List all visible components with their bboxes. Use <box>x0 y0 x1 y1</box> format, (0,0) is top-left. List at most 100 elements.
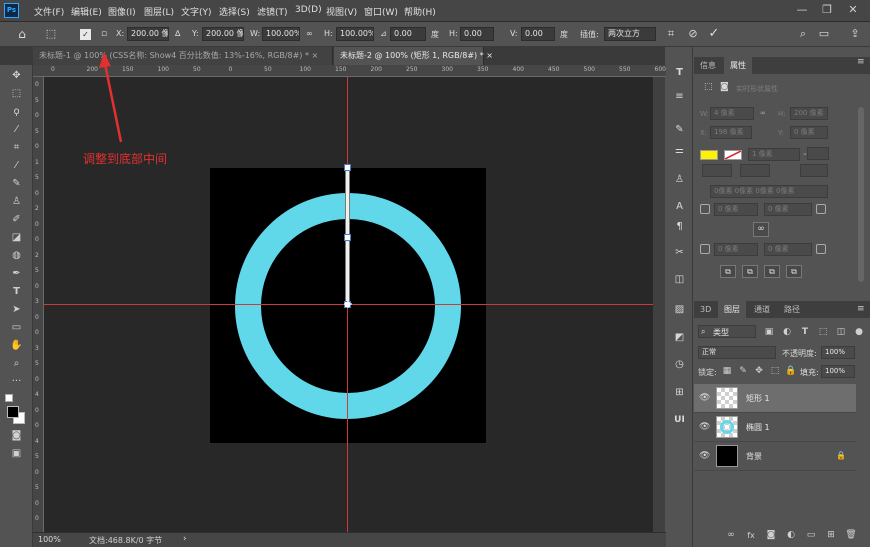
angle-input[interactable]: 0.00 <box>390 27 426 41</box>
fill-color-swatch[interactable] <box>700 150 718 160</box>
close-icon[interactable]: × <box>312 51 319 60</box>
menu-type[interactable]: 文字(Y) <box>181 5 212 18</box>
menu-edit[interactable]: 编辑(E) <box>71 5 102 18</box>
tab-layers[interactable]: 图层 <box>718 301 746 318</box>
stroke-align-select[interactable] <box>702 164 732 177</box>
lock-transparency-icon[interactable]: ▦ <box>720 365 734 378</box>
commit-transform-icon[interactable]: ✓ <box>707 27 721 41</box>
link-icon[interactable]: ∞ <box>760 109 766 117</box>
menu-image[interactable]: 图像(I) <box>108 5 136 18</box>
layer-style-icon[interactable]: fx <box>744 529 758 542</box>
marquee-tool-icon[interactable]: ⬚ <box>9 87 24 101</box>
filter-shape-icon[interactable]: ⬚ <box>816 326 830 339</box>
properties-scrollbar[interactable] <box>858 107 864 282</box>
layer-row-ellipse[interactable]: 👁 椭圆 1 <box>694 413 856 442</box>
stroke-join-select[interactable] <box>800 164 828 177</box>
eraser-tool-icon[interactable]: ◪ <box>9 231 24 245</box>
adjustments-icon[interactable]: ⚌ <box>672 143 687 158</box>
cancel-transform-icon[interactable]: ⊘ <box>686 27 700 41</box>
home-icon[interactable]: ⌂ <box>15 27 29 41</box>
radius-top-right-input[interactable]: 0 像素 <box>764 203 812 216</box>
filter-smart-object-icon[interactable]: ◫ <box>834 326 848 339</box>
paragraph-icon[interactable]: ≡ <box>672 89 687 104</box>
stroke-type-select[interactable] <box>807 147 829 160</box>
shape-width-input[interactable]: 4 像素 <box>710 107 754 120</box>
panel-menu-icon[interactable]: ≡ <box>857 57 865 67</box>
crop-tool-icon[interactable]: ⌗ <box>9 141 24 155</box>
eye-icon[interactable]: 👁 <box>699 393 710 403</box>
opacity-input[interactable]: 100% <box>821 346 855 359</box>
menu-layer[interactable]: 图层(L) <box>144 5 174 18</box>
path-intersect-icon[interactable]: ⧉ <box>764 265 780 278</box>
character-icon[interactable]: T <box>672 65 687 80</box>
menu-filter[interactable]: 滤镜(T) <box>257 5 288 18</box>
transform-handle-top[interactable] <box>344 164 351 171</box>
more-tools-icon[interactable]: ··· <box>9 375 24 389</box>
filter-adjustment-icon[interactable]: ◐ <box>780 326 794 339</box>
menu-view[interactable]: 视图(V) <box>326 5 357 18</box>
close-icon[interactable]: × <box>486 51 493 60</box>
horizontal-skew-input[interactable]: 0.00 <box>460 27 494 41</box>
filter-toggle-icon[interactable]: ● <box>852 326 866 339</box>
layer-name[interactable]: 矩形 1 <box>746 393 770 404</box>
paragraph-styles-icon[interactable]: ¶ <box>672 219 687 234</box>
ui-plugin-icon[interactable]: UI <box>672 413 687 428</box>
hand-tool-icon[interactable]: ✋ <box>9 339 24 353</box>
add-mask-icon[interactable]: ◙ <box>764 529 778 542</box>
menu-help[interactable]: 帮助(H) <box>404 5 436 18</box>
reference-point-locator-icon[interactable]: ▫ <box>97 27 111 41</box>
fill-input[interactable]: 100% <box>821 365 855 378</box>
menu-3d[interactable]: 3D(D) <box>295 5 322 15</box>
path-exclude-icon[interactable]: ⧉ <box>786 265 802 278</box>
delete-layer-icon[interactable]: 🗑 <box>844 529 858 542</box>
stamp-tool-icon[interactable]: ♙ <box>9 195 24 209</box>
new-group-icon[interactable]: ▭ <box>804 529 818 542</box>
shape-x-input[interactable]: 198 像素 <box>710 126 752 139</box>
layer-name[interactable]: 背景 <box>746 451 762 462</box>
menu-select[interactable]: 选择(S) <box>219 5 250 18</box>
notes-icon[interactable]: ◫ <box>672 272 687 287</box>
eye-icon[interactable]: 👁 <box>699 422 710 432</box>
quick-mask-icon[interactable]: ◙ <box>9 429 24 443</box>
reference-point-checkbox[interactable]: ✓ <box>80 29 91 40</box>
lock-pixels-icon[interactable]: ✎ <box>736 365 750 378</box>
tab-document-2[interactable]: 未标题-2 @ 100% (矩形 1, RGB/8#) * × <box>334 47 493 65</box>
y-position-input[interactable]: 200.00 像素 <box>202 27 244 41</box>
eyedropper-tool-icon[interactable]: ⁄ <box>9 159 24 173</box>
adjustment-layer-icon[interactable]: ◐ <box>784 529 798 542</box>
layer-filter-select[interactable]: ⌕ 类型 <box>698 325 756 338</box>
filter-type-icon[interactable]: T <box>798 326 812 339</box>
stroke-color-swatch[interactable] <box>724 150 742 160</box>
tools-preset-icon[interactable]: ✂ <box>672 245 687 260</box>
tab-paths[interactable]: 路径 <box>778 301 806 318</box>
new-layer-icon[interactable]: ⊞ <box>824 529 838 542</box>
tab-properties[interactable]: 属性 <box>724 57 752 74</box>
clone-source-icon[interactable]: ♙ <box>672 172 687 187</box>
radius-all-input[interactable]: 0像素 0像素 0像素 0像素 <box>710 185 828 198</box>
interpolation-select[interactable]: 两次立方 <box>604 27 656 41</box>
lasso-tool-icon[interactable]: ϙ <box>9 105 24 119</box>
close-window-button[interactable]: ✕ <box>846 3 860 17</box>
gradient-tool-icon[interactable]: ◍ <box>9 249 24 263</box>
menu-window[interactable]: 窗口(W) <box>364 5 398 18</box>
width-percent-input[interactable]: 100.00% <box>262 27 300 41</box>
layer-row-rectangle[interactable]: 👁 矩形 1 <box>694 384 856 413</box>
tab-3d[interactable]: 3D <box>694 301 717 318</box>
height-percent-input[interactable]: 100.00% <box>336 27 374 41</box>
vertical-scrollbar[interactable] <box>653 77 665 532</box>
path-subtract-icon[interactable]: ⧉ <box>742 265 758 278</box>
blend-mode-select[interactable]: 正常 <box>698 346 776 359</box>
library-icon[interactable]: ◩ <box>672 330 687 345</box>
tab-info[interactable]: 信息 <box>694 57 722 74</box>
menu-file[interactable]: 文件(F) <box>34 5 64 18</box>
layer-row-background[interactable]: 👁 背景 🔒 <box>694 442 856 471</box>
search-icon[interactable]: ⌕ <box>796 27 810 41</box>
pen-tool-icon[interactable]: ✒ <box>9 267 24 281</box>
link-layers-icon[interactable]: ∞ <box>724 529 738 542</box>
foreground-color-swatch[interactable] <box>7 406 19 418</box>
eye-icon[interactable]: 👁 <box>699 451 710 461</box>
layer-name[interactable]: 椭圆 1 <box>746 422 770 433</box>
layers-menu-icon[interactable]: ≡ <box>857 304 865 314</box>
stroke-cap-select[interactable] <box>740 164 770 177</box>
minimize-button[interactable]: — <box>795 3 809 17</box>
